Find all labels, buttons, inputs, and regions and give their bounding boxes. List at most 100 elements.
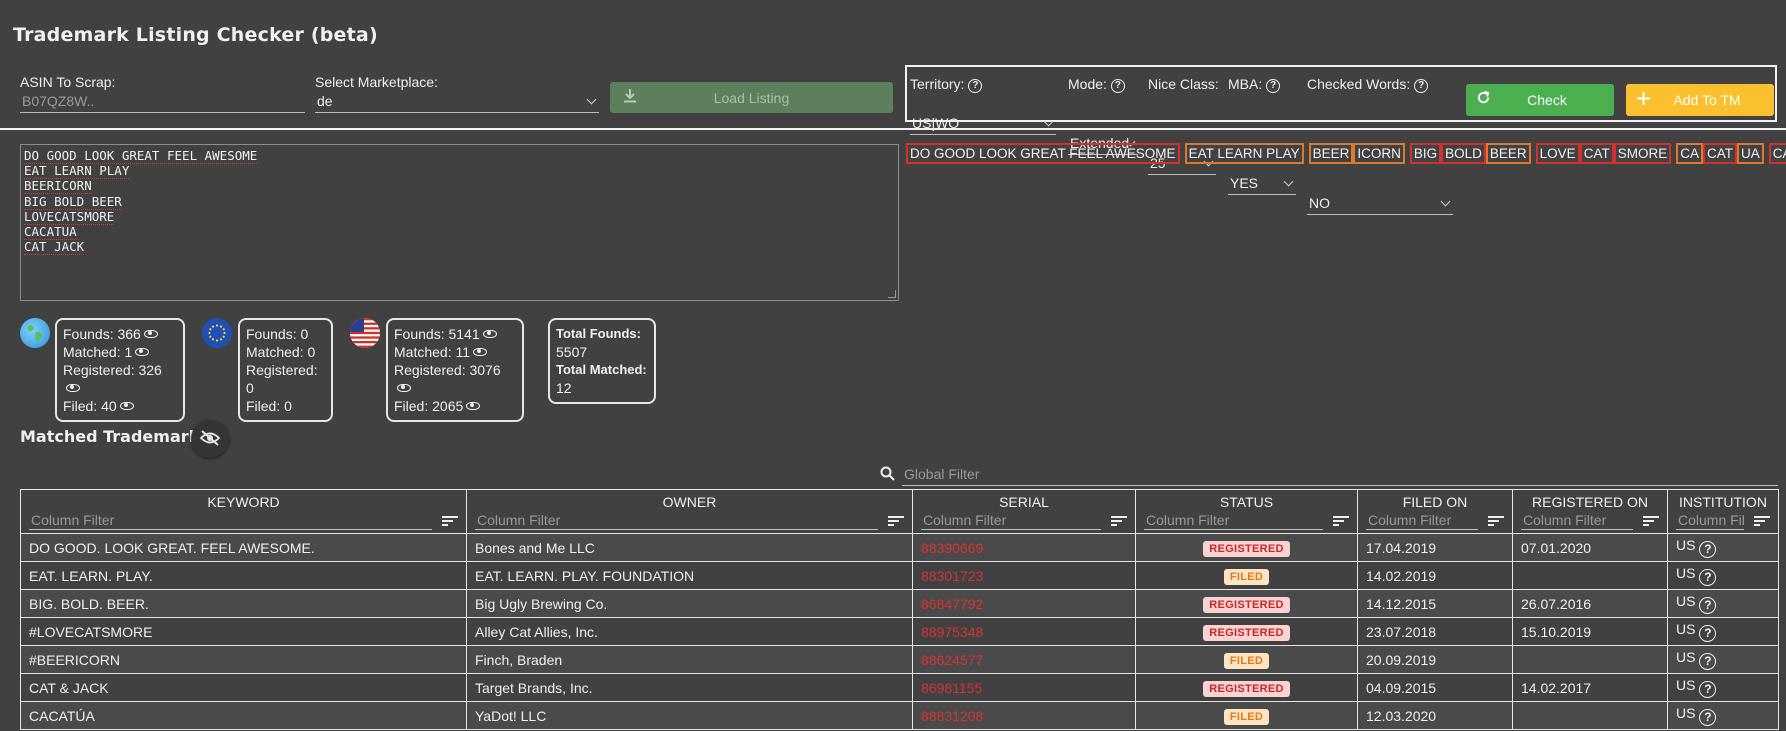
sort-icon[interactable] <box>442 514 458 528</box>
keyword-token[interactable]: CAT <box>1702 143 1737 164</box>
help-icon[interactable]: ? <box>1414 79 1429 93</box>
keyword-token[interactable]: LOVE <box>1535 143 1580 164</box>
eye-icon[interactable] <box>397 384 411 392</box>
help-icon[interactable]: ? <box>968 79 983 93</box>
column-filter-input[interactable] <box>29 512 432 530</box>
eye-icon[interactable] <box>119 402 134 410</box>
keyword-token-group: CAT JACK <box>1768 143 1786 164</box>
eye-icon[interactable] <box>473 348 488 356</box>
column-header[interactable]: STATUS <box>1135 489 1358 534</box>
sort-icon[interactable] <box>1488 514 1504 528</box>
column-header[interactable]: SERIAL <box>912 489 1136 534</box>
help-icon[interactable]: ? <box>1699 597 1717 614</box>
filed-on-cell-text: 17.04.2019 <box>1366 539 1437 556</box>
table-row[interactable]: EAT. LEARN. PLAY. EAT. LEARN. PLAY. FOUND… <box>20 561 1779 590</box>
marketplace-select[interactable]: de <box>315 93 599 113</box>
load-listing-button[interactable]: Load Listing <box>610 82 893 113</box>
institution-cell: US? <box>1667 533 1779 562</box>
check-button[interactable]: Check <box>1466 84 1614 116</box>
table-row[interactable]: BIG. BOLD. BEER. Big Ugly Brewing Co. 8684… <box>20 589 1779 618</box>
eye-icon[interactable] <box>482 330 497 338</box>
sort-icon[interactable] <box>1111 514 1127 528</box>
registered-on-cell <box>1512 701 1668 730</box>
global-filter-input[interactable] <box>902 466 1778 486</box>
help-icon[interactable]: ? <box>1699 625 1717 642</box>
table-row[interactable]: DO GOOD. LOOK GREAT. FEEL AWESOME. Bones … <box>20 533 1779 562</box>
institution-cell-text: US <box>1676 537 1696 553</box>
column-filter <box>29 512 458 530</box>
mba-select[interactable]: YES <box>1228 175 1296 195</box>
refresh-icon <box>1466 90 1500 110</box>
column-filter-input[interactable] <box>1144 512 1323 530</box>
column-header[interactable]: REGISTERED ON <box>1512 489 1668 534</box>
keyword-token[interactable]: CAT <box>1768 143 1786 164</box>
keyword-token[interactable]: BOLD <box>1441 143 1486 164</box>
keyword-token[interactable]: CAT <box>1579 143 1614 164</box>
column-filter-input[interactable] <box>1676 512 1744 530</box>
help-icon[interactable]: ? <box>1110 79 1125 93</box>
serial-cell-text[interactable]: 88831208 <box>921 708 983 724</box>
keyword-token[interactable]: ICORN <box>1353 143 1405 164</box>
table-header-row: KEYWORD OWNER SERIAL STATUS FILED ON REGISTER… <box>20 489 1779 534</box>
keyword-token[interactable]: BIG <box>1409 143 1442 164</box>
textarea-line: CACATUA <box>24 224 77 241</box>
column-header[interactable]: KEYWORD <box>20 489 467 534</box>
eye-icon[interactable] <box>66 384 80 392</box>
eye-icon[interactable] <box>143 330 158 338</box>
textarea-line: CAT JACK <box>24 239 85 256</box>
stat-line: Matched: 0 <box>246 344 316 360</box>
column-filter-input[interactable] <box>475 512 878 530</box>
help-icon[interactable]: ? <box>1699 569 1717 586</box>
us-flag-icon <box>350 318 380 348</box>
toggle-visibility-button[interactable] <box>191 420 229 458</box>
table-row[interactable]: CAT & JACK Target Brands, Inc. 86981155 REG… <box>20 673 1779 702</box>
serial-cell-text[interactable]: 86847792 <box>921 596 983 612</box>
sort-icon[interactable] <box>1333 514 1349 528</box>
keyword-token-group: CA CAT UA <box>1676 143 1764 164</box>
territory-select[interactable]: US|WO <box>910 115 1056 135</box>
keyword-cell: BIG. BOLD. BEER. <box>20 589 467 618</box>
textarea-line: BEERICORN <box>24 178 92 195</box>
sort-icon[interactable] <box>1754 514 1770 528</box>
sort-icon[interactable] <box>888 514 904 528</box>
keyword-token[interactable]: DO GOOD LOOK GREAT FEEL AWESOME <box>906 143 1180 164</box>
status-cell: REGISTERED <box>1135 533 1358 562</box>
app-title: Trademark Listing Checker (beta) <box>13 24 378 46</box>
resize-handle[interactable] <box>888 290 896 298</box>
help-icon[interactable]: ? <box>1266 79 1281 93</box>
keyword-token[interactable]: EAT LEARN PLAY <box>1184 143 1304 164</box>
serial-cell-text[interactable]: 88624577 <box>921 652 983 668</box>
keywords-textarea[interactable]: DO GOOD LOOK GREAT FEEL AWESOME EAT LEAR… <box>20 144 899 301</box>
serial-cell-text[interactable]: 86981155 <box>921 680 982 696</box>
column-header[interactable]: FILED ON <box>1357 489 1513 534</box>
serial-cell-text[interactable]: 88301723 <box>921 568 983 584</box>
eye-icon[interactable] <box>135 348 150 356</box>
add-to-tm-button[interactable]: Add To TM <box>1626 84 1774 116</box>
keyword-token[interactable]: BEER <box>1485 143 1531 164</box>
serial-cell-text[interactable]: 88390669 <box>921 540 983 556</box>
serial-cell-text[interactable]: 88975348 <box>921 624 983 640</box>
column-filter-input[interactable] <box>921 512 1101 530</box>
help-icon[interactable]: ? <box>1699 709 1717 726</box>
eye-icon[interactable] <box>466 402 481 410</box>
table-row[interactable]: CACATÚA YaDot! LLC 88831208 FILED 12.03.2020… <box>20 701 1779 730</box>
table-row[interactable]: #LOVECATSMORE Alley Cat Allies, Inc. 88975… <box>20 617 1779 646</box>
sort-icon[interactable] <box>1643 514 1659 528</box>
column-header[interactable]: INSTITUTION <box>1667 489 1779 534</box>
table-row[interactable]: #BEERICORN Finch, Braden 88624577 FILED 20.0… <box>20 645 1779 674</box>
column-header[interactable]: OWNER <box>466 489 913 534</box>
checked-words-select[interactable]: NO <box>1307 195 1453 215</box>
keyword-token[interactable]: SMORE <box>1613 143 1672 164</box>
keyword-token[interactable]: UA <box>1736 143 1764 164</box>
keyword-token[interactable]: CA <box>1676 143 1703 164</box>
status-badge: REGISTERED <box>1203 680 1290 697</box>
column-filter-input[interactable] <box>1521 512 1633 530</box>
keyword-token[interactable]: BEER <box>1308 143 1354 164</box>
help-icon[interactable]: ? <box>1699 653 1717 670</box>
asin-input[interactable] <box>20 93 305 113</box>
keyword-tokens: DO GOOD LOOK GREAT FEEL AWESOME EAT LEARN… <box>906 143 1786 164</box>
status-badge: REGISTERED <box>1203 596 1290 613</box>
help-icon[interactable]: ? <box>1699 541 1717 558</box>
column-filter-input[interactable] <box>1366 512 1478 530</box>
help-icon[interactable]: ? <box>1699 681 1717 698</box>
